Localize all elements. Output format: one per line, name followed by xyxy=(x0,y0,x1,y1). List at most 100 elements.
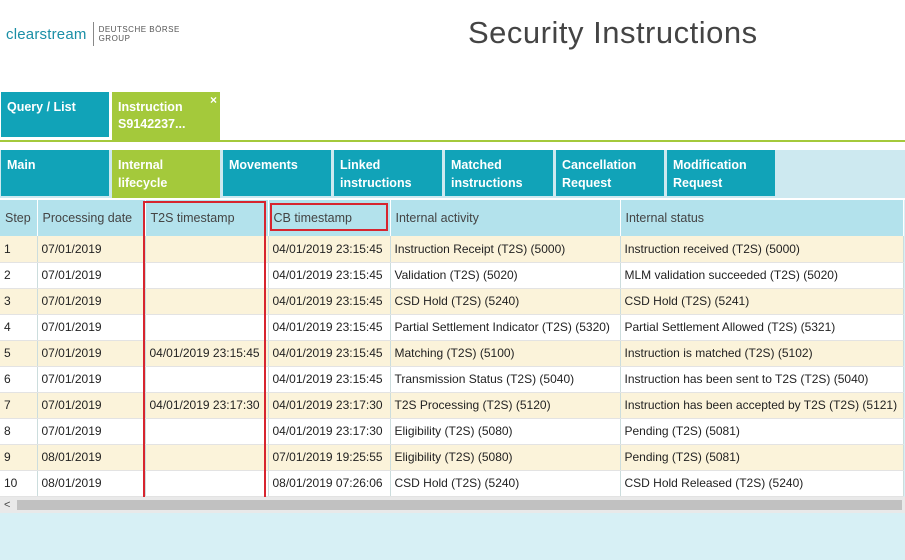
cell-internal-status: Pending (T2S) (5081) xyxy=(620,418,904,445)
table-row[interactable]: 2 07/01/2019 04/01/2019 23:15:45 Validat… xyxy=(0,262,904,289)
cell-processing-date: 07/01/2019 xyxy=(37,288,146,315)
sub-tab-bar: Main Internal lifecycle Movements Linked… xyxy=(0,150,905,198)
cell-step: 3 xyxy=(0,288,38,315)
table-row[interactable]: 9 08/01/2019 07/01/2019 19:25:55 Eligibi… xyxy=(0,444,904,471)
cell-step: 9 xyxy=(0,444,38,471)
cell-internal-status: Instruction has been sent to T2S (T2S) (… xyxy=(620,366,904,393)
horizontal-scrollbar[interactable]: < xyxy=(0,497,905,513)
cell-cb-timestamp: 04/01/2019 23:15:45 xyxy=(268,288,391,315)
cell-t2s-timestamp xyxy=(145,366,269,393)
cell-processing-date: 07/01/2019 xyxy=(37,314,146,341)
scroll-left-icon[interactable]: < xyxy=(4,497,10,513)
tab-query-list[interactable]: Query / List xyxy=(1,92,109,137)
table-header-row: Step Processing date T2S timestamp CB ti… xyxy=(0,200,904,236)
close-icon[interactable]: × xyxy=(210,92,217,109)
cell-step: 4 xyxy=(0,314,38,341)
cell-t2s-timestamp xyxy=(145,418,269,445)
tab-linked-instructions[interactable]: Linked instructions xyxy=(334,150,442,196)
tab-underline xyxy=(0,140,905,142)
cell-step: 10 xyxy=(0,470,38,497)
cell-internal-status: MLM validation succeeded (T2S) (5020) xyxy=(620,262,904,289)
logo-wordmark: clearstream xyxy=(6,25,87,43)
cell-t2s-timestamp xyxy=(145,314,269,341)
tab-instruction-label: Instruction xyxy=(118,100,183,114)
table-row[interactable]: 4 07/01/2019 04/01/2019 23:15:45 Partial… xyxy=(0,314,904,341)
col-header-cb-timestamp[interactable]: CB timestamp xyxy=(268,200,391,236)
tab-main[interactable]: Main xyxy=(1,150,109,196)
table-row[interactable]: 5 07/01/2019 04/01/2019 23:15:45 04/01/2… xyxy=(0,340,904,367)
tab-query-list-label: Query / List xyxy=(7,100,76,114)
clearstream-logo: clearstream DEUTSCHE BÖRSE GROUP xyxy=(6,21,180,47)
cell-t2s-timestamp xyxy=(145,262,269,289)
cell-internal-status: CSD Hold Released (T2S) (5240) xyxy=(620,470,904,497)
cell-t2s-timestamp: 04/01/2019 23:17:30 xyxy=(145,392,269,419)
table-row[interactable]: 6 07/01/2019 04/01/2019 23:15:45 Transmi… xyxy=(0,366,904,393)
cell-t2s-timestamp: 04/01/2019 23:15:45 xyxy=(145,340,269,367)
cell-processing-date: 07/01/2019 xyxy=(37,340,146,367)
cell-internal-status: CSD Hold (T2S) (5241) xyxy=(620,288,904,315)
cell-t2s-timestamp xyxy=(145,236,269,263)
tab-matched-instructions[interactable]: Matched instructions xyxy=(445,150,553,196)
cell-step: 5 xyxy=(0,340,38,367)
cell-cb-timestamp: 04/01/2019 23:15:45 xyxy=(268,314,391,341)
cell-processing-date: 08/01/2019 xyxy=(37,444,146,471)
table-row[interactable]: 3 07/01/2019 04/01/2019 23:15:45 CSD Hol… xyxy=(0,288,904,315)
table-row[interactable]: 7 07/01/2019 04/01/2019 23:17:30 04/01/2… xyxy=(0,392,904,419)
tab-movements[interactable]: Movements xyxy=(223,150,331,196)
cell-internal-activity: Validation (T2S) (5020) xyxy=(390,262,621,289)
cell-processing-date: 07/01/2019 xyxy=(37,366,146,393)
cell-internal-status: Pending (T2S) (5081) xyxy=(620,444,904,471)
cell-cb-timestamp: 04/01/2019 23:15:45 xyxy=(268,262,391,289)
cell-internal-activity: CSD Hold (T2S) (5240) xyxy=(390,288,621,315)
cell-cb-timestamp: 04/01/2019 23:17:30 xyxy=(268,418,391,445)
cell-cb-timestamp: 04/01/2019 23:15:45 xyxy=(268,236,391,263)
logo-divider xyxy=(92,22,94,46)
cell-t2s-timestamp xyxy=(145,288,269,315)
table-row[interactable]: 1 07/01/2019 04/01/2019 23:15:45 Instruc… xyxy=(0,236,904,263)
cell-internal-activity: CSD Hold (T2S) (5240) xyxy=(390,470,621,497)
tab-internal-lifecycle[interactable]: Internal lifecycle xyxy=(112,150,220,198)
cell-step: 2 xyxy=(0,262,38,289)
cell-internal-activity: Eligibility (T2S) (5080) xyxy=(390,418,621,445)
cell-internal-activity: T2S Processing (T2S) (5120) xyxy=(390,392,621,419)
tab-instruction[interactable]: Instruction S9142237... × xyxy=(112,92,220,141)
cell-t2s-timestamp xyxy=(145,470,269,497)
cell-internal-activity: Instruction Receipt (T2S) (5000) xyxy=(390,236,621,263)
cell-internal-activity: Transmission Status (T2S) (5040) xyxy=(390,366,621,393)
table-row[interactable]: 10 08/01/2019 08/01/2019 07:26:06 CSD Ho… xyxy=(0,470,904,497)
col-header-internal-status[interactable]: Internal status xyxy=(620,200,904,236)
cell-cb-timestamp: 08/01/2019 07:26:06 xyxy=(268,470,391,497)
lifecycle-table: Step Processing date T2S timestamp CB ti… xyxy=(0,200,904,497)
col-header-step[interactable]: Step xyxy=(0,200,38,236)
cell-processing-date: 07/01/2019 xyxy=(37,418,146,445)
tab-instruction-id: S9142237... xyxy=(118,117,186,131)
cell-cb-timestamp: 04/01/2019 23:15:45 xyxy=(268,366,391,393)
cell-internal-status: Partial Settlement Allowed (T2S) (5321) xyxy=(620,314,904,341)
col-header-internal-activity[interactable]: Internal activity xyxy=(390,200,621,236)
table-row[interactable]: 8 07/01/2019 04/01/2019 23:17:30 Eligibi… xyxy=(0,418,904,445)
cell-internal-status: Instruction is matched (T2S) (5102) xyxy=(620,340,904,367)
col-header-t2s-timestamp[interactable]: T2S timestamp xyxy=(145,200,269,236)
cell-step: 7 xyxy=(0,392,38,419)
cell-step: 6 xyxy=(0,366,38,393)
cell-cb-timestamp: 04/01/2019 23:17:30 xyxy=(268,392,391,419)
tab-cancellation-request[interactable]: Cancellation Request xyxy=(556,150,664,196)
cell-t2s-timestamp xyxy=(145,444,269,471)
col-header-processing-date[interactable]: Processing date xyxy=(37,200,146,236)
cell-internal-activity: Partial Settlement Indicator (T2S) (5320… xyxy=(390,314,621,341)
cell-processing-date: 07/01/2019 xyxy=(37,262,146,289)
scroll-thumb[interactable] xyxy=(17,500,902,510)
cell-processing-date: 07/01/2019 xyxy=(37,236,146,263)
cell-processing-date: 07/01/2019 xyxy=(37,392,146,419)
cell-step: 1 xyxy=(0,236,38,263)
cell-processing-date: 08/01/2019 xyxy=(37,470,146,497)
page-title: Security Instructions xyxy=(468,15,758,50)
cell-internal-activity: Eligibility (T2S) (5080) xyxy=(390,444,621,471)
logo-group-text: DEUTSCHE BÖRSE GROUP xyxy=(98,25,180,43)
cell-step: 8 xyxy=(0,418,38,445)
cell-internal-activity: Matching (T2S) (5100) xyxy=(390,340,621,367)
tab-modification-request[interactable]: Modification Request xyxy=(667,150,775,196)
cell-cb-timestamp: 04/01/2019 23:15:45 xyxy=(268,340,391,367)
cell-internal-status: Instruction received (T2S) (5000) xyxy=(620,236,904,263)
cell-cb-timestamp: 07/01/2019 19:25:55 xyxy=(268,444,391,471)
